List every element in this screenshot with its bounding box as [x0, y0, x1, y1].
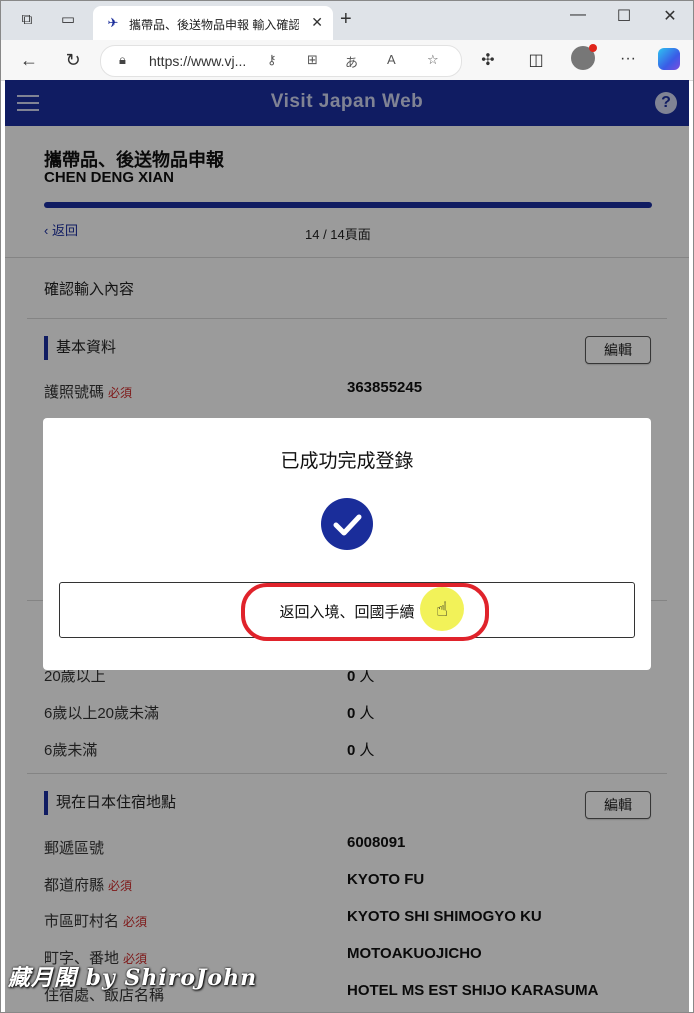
refresh-icon[interactable]: ↻ — [62, 49, 84, 71]
window-close-icon[interactable]: ✕ — [650, 6, 690, 26]
tab-actions-icon[interactable]: ▭ — [58, 10, 78, 30]
workspaces-icon[interactable]: ⧉ — [17, 10, 37, 30]
address-bar[interactable]: 🔒︎ https://www.vj... ⚷ ⊞ あ A ☆ — [100, 45, 462, 77]
return-to-procedures-button[interactable]: 返回入境、回國手續 ☝ — [59, 582, 635, 641]
translate-icon[interactable]: あ — [345, 52, 358, 71]
lock-icon[interactable]: 🔒︎ — [119, 52, 126, 68]
check-circle-icon — [321, 498, 373, 550]
close-icon[interactable]: ✕ — [311, 14, 323, 31]
watermark: 藏月閣 by ShiroJohn — [8, 965, 258, 991]
success-dialog: 已成功完成登錄 返回入境、回國手續 ☝ — [43, 418, 651, 670]
dialog-title: 已成功完成登錄 — [280, 451, 414, 472]
copilot-icon[interactable] — [658, 48, 680, 70]
profile-avatar[interactable] — [571, 44, 597, 70]
back-icon[interactable]: ← — [18, 49, 40, 71]
apps-icon[interactable]: ⊞ — [307, 52, 318, 68]
address-toolbar: ← ↻ 🔒︎ https://www.vj... ⚷ ⊞ あ A ☆ ✣ ◫ ·… — [0, 40, 694, 81]
more-icon[interactable]: ··· — [617, 50, 639, 68]
browser-tab[interactable]: ✈ 攜帶品、後送物品申報 輸入確認 ✕ — [93, 6, 333, 40]
read-aloud-icon[interactable]: A — [387, 52, 396, 67]
split-screen-icon[interactable]: ◫ — [525, 50, 547, 70]
tab-title: 攜帶品、後送物品申報 輸入確認 — [129, 18, 299, 32]
favicon: ✈ — [107, 15, 119, 30]
url-text[interactable]: https://www.vj... — [149, 53, 246, 69]
browser-tab-bar: ⧉ ▭ ✈ 攜帶品、後送物品申報 輸入確認 ✕ + — ☐ ✕ — [0, 0, 694, 40]
minimize-icon[interactable]: — — [558, 6, 598, 24]
return-button-label: 返回入境、回國手續 — [279, 604, 415, 621]
favorite-icon[interactable]: ☆ — [427, 52, 439, 68]
new-tab-icon[interactable]: + — [340, 9, 352, 29]
maximize-icon[interactable]: ☐ — [604, 6, 644, 26]
notification-dot — [589, 44, 597, 52]
extensions-icon[interactable]: ✣ — [477, 50, 499, 70]
key-icon[interactable]: ⚷ — [267, 52, 277, 68]
hand-cursor-icon: ☝ — [436, 599, 449, 621]
